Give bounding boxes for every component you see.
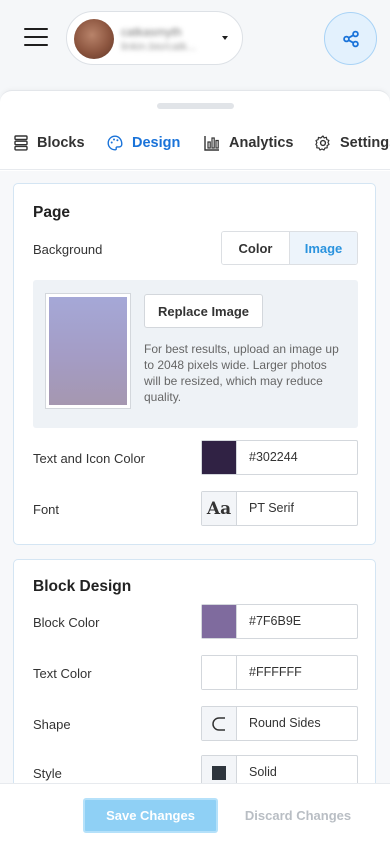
shape-label: Shape <box>33 717 71 732</box>
text-icon-color-label: Text and Icon Color <box>33 451 146 466</box>
shape-value: Round Sides <box>249 716 321 730</box>
block-color-picker[interactable]: #7F6B9E <box>201 604 358 639</box>
tab-label: Blocks <box>37 135 85 151</box>
tab-label: Settings <box>340 135 390 151</box>
background-label: Background <box>33 242 103 257</box>
menu-icon[interactable] <box>24 28 48 46</box>
solid-square-icon <box>202 756 237 783</box>
background-image-thumbnail <box>45 293 131 409</box>
shape-picker[interactable]: Round Sides <box>201 706 358 741</box>
share-button[interactable] <box>324 12 377 65</box>
text-color-label: Text Color <box>33 666 92 681</box>
account-url: linkin.bio/catk... <box>121 41 197 53</box>
editor-sheet: Blocks Design Analytics Setting Page Bac… <box>0 90 390 844</box>
color-swatch <box>202 441 237 474</box>
account-name: catkasmyth <box>121 25 182 39</box>
share-icon <box>343 30 359 48</box>
font-preview: Aa <box>202 492 237 525</box>
tab-label: Design <box>132 135 181 151</box>
font-picker[interactable]: Aa PT Serif <box>201 491 358 526</box>
color-option[interactable]: Color <box>222 232 289 264</box>
bar-chart-icon <box>204 136 219 151</box>
drag-handle[interactable] <box>157 103 234 109</box>
page-card: Page Background Color Image Replace Imag… <box>13 183 376 545</box>
gear-icon <box>315 135 330 151</box>
style-value: Solid <box>249 765 277 779</box>
background-image-panel: Replace Image For best results, upload a… <box>33 280 358 428</box>
section-title: Block Design <box>33 578 132 595</box>
discard-changes-button[interactable]: Discard Changes <box>238 798 358 833</box>
tab-analytics[interactable]: Analytics <box>204 132 293 154</box>
color-value: #302244 <box>249 450 298 464</box>
color-swatch <box>202 605 237 638</box>
tab-label: Analytics <box>229 135 294 151</box>
color-value: #FFFFFF <box>249 665 302 679</box>
save-changes-button[interactable]: Save Changes <box>83 798 218 833</box>
palette-icon <box>107 135 123 151</box>
image-help-text: For best results, upload an image up to … <box>144 342 339 404</box>
top-bar: catkasmyth linkin.bio/catk... <box>0 0 390 90</box>
color-swatch <box>202 656 237 689</box>
account-switcher[interactable]: catkasmyth linkin.bio/catk... <box>66 11 243 65</box>
chevron-down-icon <box>222 36 228 40</box>
stack-icon <box>14 135 28 151</box>
block-color-label: Block Color <box>33 615 100 630</box>
style-picker[interactable]: Solid <box>201 755 358 783</box>
round-sides-icon <box>202 707 237 740</box>
background-toggle: Color Image <box>221 231 358 265</box>
section-title: Page <box>33 204 71 221</box>
tab-bar: Blocks Design Analytics Setting <box>0 122 390 170</box>
block-design-card: Block Design Block Color #7F6B9E Text Co… <box>13 559 376 783</box>
action-footer: Save Changes Discard Changes <box>0 783 390 844</box>
replace-image-button[interactable]: Replace Image <box>144 294 263 328</box>
text-icon-color-picker[interactable]: #302244 <box>201 440 358 475</box>
font-label: Font <box>33 502 60 517</box>
font-value: PT Serif <box>249 501 294 515</box>
style-label: Style <box>33 766 62 781</box>
avatar <box>74 19 114 59</box>
tab-settings[interactable]: Settings <box>315 132 390 154</box>
design-panel[interactable]: Page Background Color Image Replace Imag… <box>0 171 390 783</box>
tab-blocks[interactable]: Blocks <box>14 132 85 154</box>
text-color-picker[interactable]: #FFFFFF <box>201 655 358 690</box>
color-value: #7F6B9E <box>249 614 302 628</box>
image-option[interactable]: Image <box>289 232 357 264</box>
tab-design[interactable]: Design <box>107 132 180 154</box>
